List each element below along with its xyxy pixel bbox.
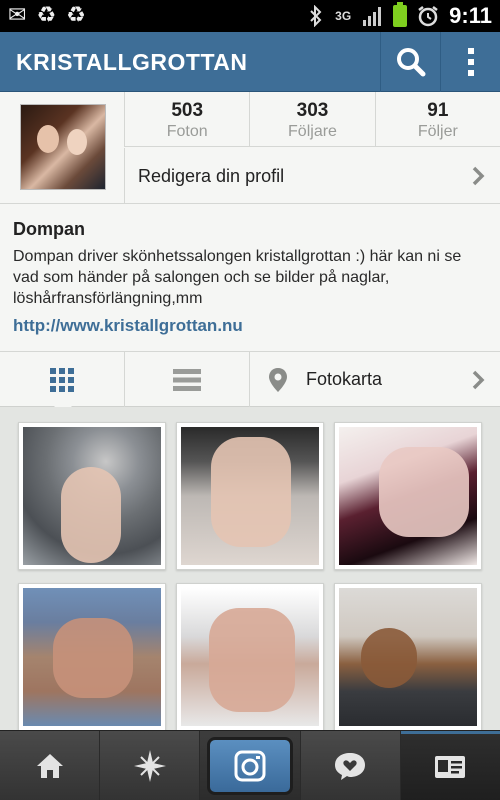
- camera-icon: [234, 750, 266, 781]
- photo-image: [181, 427, 319, 565]
- photo-hand: [53, 618, 133, 698]
- photo-image: [339, 588, 477, 726]
- stat-followers-label: Följare: [288, 123, 337, 140]
- photo-image: [23, 427, 161, 565]
- bio-text: Dompan driver skönhetssalongen kristallg…: [13, 248, 462, 307]
- nav-home[interactable]: [0, 731, 101, 800]
- nav-profile[interactable]: [400, 731, 500, 800]
- avatar-face: [67, 129, 87, 155]
- status-bar: ✉ ♻ ♻ 3G 9:11: [0, 0, 500, 32]
- nav-explore[interactable]: [100, 731, 201, 800]
- photo-thumbnail[interactable]: [18, 583, 166, 731]
- nav-camera[interactable]: [200, 731, 301, 800]
- photo-thumbnail[interactable]: [334, 422, 482, 570]
- app-header: KRISTALLGROTTAN: [0, 32, 500, 92]
- chevron-right-icon: [472, 166, 485, 186]
- tab-photo-map-label: Fotokarta: [306, 369, 383, 389]
- photo-thumbnail[interactable]: [18, 422, 166, 570]
- nav-activity[interactable]: [300, 731, 401, 800]
- edit-profile-label: Redigera din profil: [138, 166, 285, 186]
- list-icon: [173, 368, 201, 391]
- bottom-navigation: [0, 730, 500, 800]
- photo-hand: [209, 608, 295, 712]
- map-pin-icon: [269, 367, 287, 392]
- photo-image: [339, 427, 477, 565]
- photo-hand: [211, 437, 291, 547]
- profile-stats: 503 Foton 303 Följare 91 Följer: [124, 92, 500, 147]
- avatar[interactable]: [20, 104, 106, 190]
- stat-photos[interactable]: 503 Foton: [125, 92, 251, 146]
- photo-dog: [361, 628, 417, 688]
- bio-website-link[interactable]: http://www.kristallgrottan.nu: [13, 315, 487, 337]
- more-vertical-icon: [467, 48, 474, 76]
- camera-button[interactable]: [207, 736, 293, 795]
- bio-section: Dompan Dompan driver skönhetssalongen kr…: [0, 204, 500, 352]
- clock: 9:11: [449, 3, 492, 28]
- photo-hand: [379, 447, 469, 537]
- photo-thumbnail[interactable]: [176, 583, 324, 731]
- tab-grid-view[interactable]: [0, 352, 125, 407]
- view-tabs: Fotokarta: [0, 352, 500, 407]
- notification-icons: ✉ ♻ ♻: [8, 4, 86, 28]
- photo-grid: [0, 407, 500, 731]
- explore-star-icon: [133, 749, 166, 782]
- photo-hand: [61, 467, 121, 563]
- recycle-icon: ♻: [36, 3, 57, 28]
- recycle-icon: ♻: [66, 3, 86, 28]
- signal-icon: [363, 7, 382, 26]
- app-root: ✉ ♻ ♻ 3G 9:11 KRISTALLGROTTAN 503 Foton …: [0, 0, 500, 800]
- home-icon: [36, 753, 63, 778]
- notification-image-icon: ✉: [8, 3, 27, 28]
- network-type: 3G: [335, 9, 352, 23]
- stat-followers-count: 303: [296, 100, 329, 121]
- grid-icon: [50, 367, 74, 392]
- activity-bubble-icon: [335, 752, 366, 780]
- photo-image: [181, 588, 319, 726]
- profile-card-icon: [435, 756, 466, 778]
- profile-username: KRISTALLGROTTAN: [16, 49, 248, 75]
- overflow-menu-button[interactable]: [440, 32, 500, 92]
- chevron-right-icon: [472, 370, 485, 390]
- photo-image: [23, 588, 161, 726]
- tab-photo-map[interactable]: Fotokarta: [250, 352, 500, 407]
- bio-name: Dompan: [13, 219, 85, 239]
- photo-thumbnail[interactable]: [334, 583, 482, 731]
- stat-following[interactable]: 91 Följer: [376, 92, 500, 146]
- edit-profile-button[interactable]: Redigera din profil: [124, 148, 500, 204]
- stat-photos-count: 503: [171, 100, 204, 121]
- bluetooth-icon: [310, 5, 322, 27]
- tab-list-view[interactable]: [125, 352, 250, 407]
- search-button[interactable]: [380, 32, 440, 92]
- photo-thumbnail[interactable]: [176, 422, 324, 570]
- stat-photos-label: Foton: [166, 123, 208, 140]
- stat-following-count: 91: [427, 100, 449, 121]
- search-icon: [396, 48, 425, 77]
- profile-section: 503 Foton 303 Följare 91 Följer Redigera…: [0, 92, 500, 204]
- stat-followers[interactable]: 303 Följare: [250, 92, 376, 146]
- alarm-icon: [418, 6, 438, 27]
- avatar-face: [37, 125, 59, 153]
- battery-icon: [393, 2, 408, 27]
- stat-following-label: Följer: [417, 123, 458, 140]
- system-icons: 3G 9:11: [309, 2, 492, 29]
